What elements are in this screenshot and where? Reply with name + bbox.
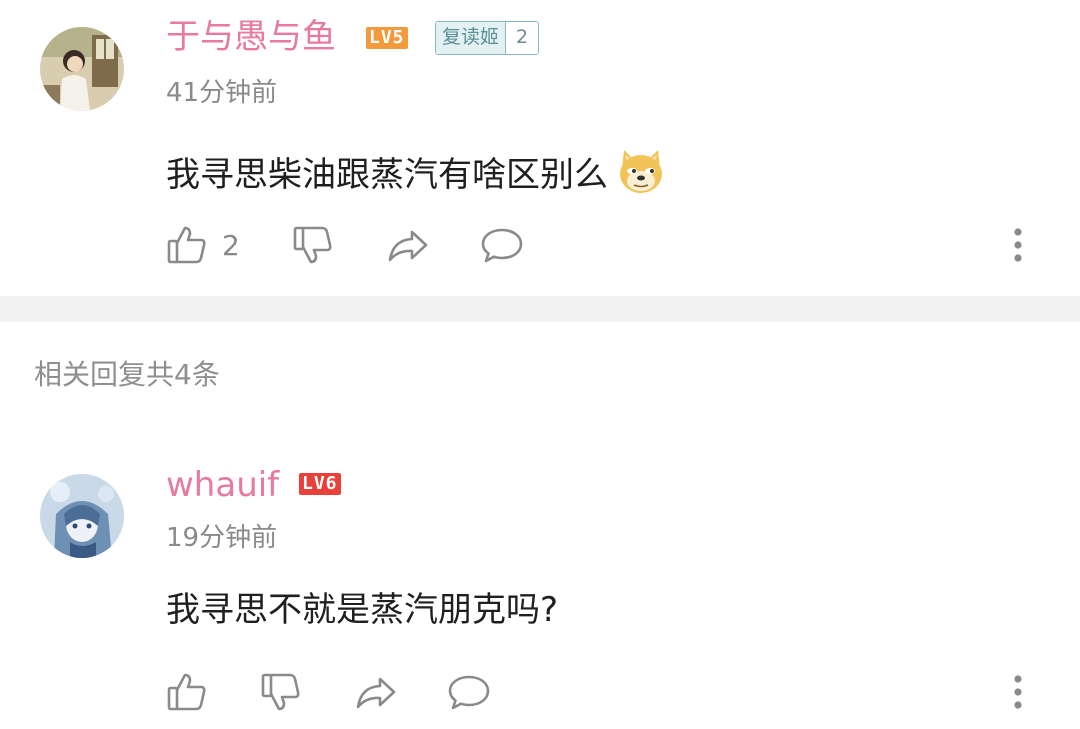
thumbs-up-icon: [166, 224, 208, 266]
like-button[interactable]: [166, 667, 208, 717]
username[interactable]: 于与愚与鱼: [166, 17, 336, 57]
reply-comment: whauif LV6 19分钟前 我寻思不就是蒸汽朋克吗?: [0, 448, 1080, 729]
fan-medal-level: 2: [505, 22, 539, 54]
more-options-button[interactable]: [1010, 220, 1026, 270]
main-comment: 于与愚与鱼 LV5 复读姬 2 41分钟前 我寻思柴油跟蒸汽有啥区别么 2: [0, 0, 1080, 296]
fan-medal-name: 复读姬: [436, 22, 506, 54]
section-divider: [0, 296, 1080, 322]
level-badge: LV6: [299, 473, 341, 495]
like-count: 2: [222, 228, 240, 262]
thumbs-down-icon: [260, 671, 302, 713]
username[interactable]: whauif: [166, 465, 279, 505]
share-button[interactable]: [354, 667, 398, 717]
comment-text: 我寻思柴油跟蒸汽有啥区别么: [166, 146, 666, 197]
thumbs-down-icon: [292, 224, 334, 266]
comment-time: 19分钟前: [166, 523, 278, 553]
level-badge: LV5: [366, 27, 408, 49]
doge-emoji-icon: [616, 146, 666, 196]
avatar[interactable]: [40, 474, 124, 558]
comment-text: 我寻思不就是蒸汽朋克吗?: [166, 590, 559, 630]
reply-button[interactable]: [447, 667, 491, 717]
comment-text-body: 我寻思柴油跟蒸汽有啥区别么: [166, 155, 608, 195]
like-button[interactable]: 2: [166, 220, 240, 270]
reply-bubble-icon: [447, 671, 491, 713]
dislike-button[interactable]: [292, 220, 334, 270]
more-vertical-icon: [1010, 225, 1026, 265]
share-button[interactable]: [386, 220, 430, 270]
fan-medal-badge[interactable]: 复读姬 2: [435, 21, 540, 55]
comment-thread: 于与愚与鱼 LV5 复读姬 2 41分钟前 我寻思柴油跟蒸汽有啥区别么 2 相关…: [0, 0, 1080, 729]
replies-heading: 相关回复共4条: [34, 358, 220, 391]
more-options-button[interactable]: [1010, 667, 1026, 717]
thumbs-up-icon: [166, 671, 208, 713]
share-icon: [354, 671, 398, 713]
avatar[interactable]: [40, 27, 124, 111]
comment-actions: [0, 667, 1080, 717]
dislike-button[interactable]: [260, 667, 302, 717]
reply-bubble-icon: [480, 224, 524, 266]
comment-actions: 2: [0, 220, 1080, 270]
more-vertical-icon: [1010, 672, 1026, 712]
comment-time: 41分钟前: [166, 78, 278, 108]
share-icon: [386, 224, 430, 266]
reply-button[interactable]: [480, 220, 524, 270]
